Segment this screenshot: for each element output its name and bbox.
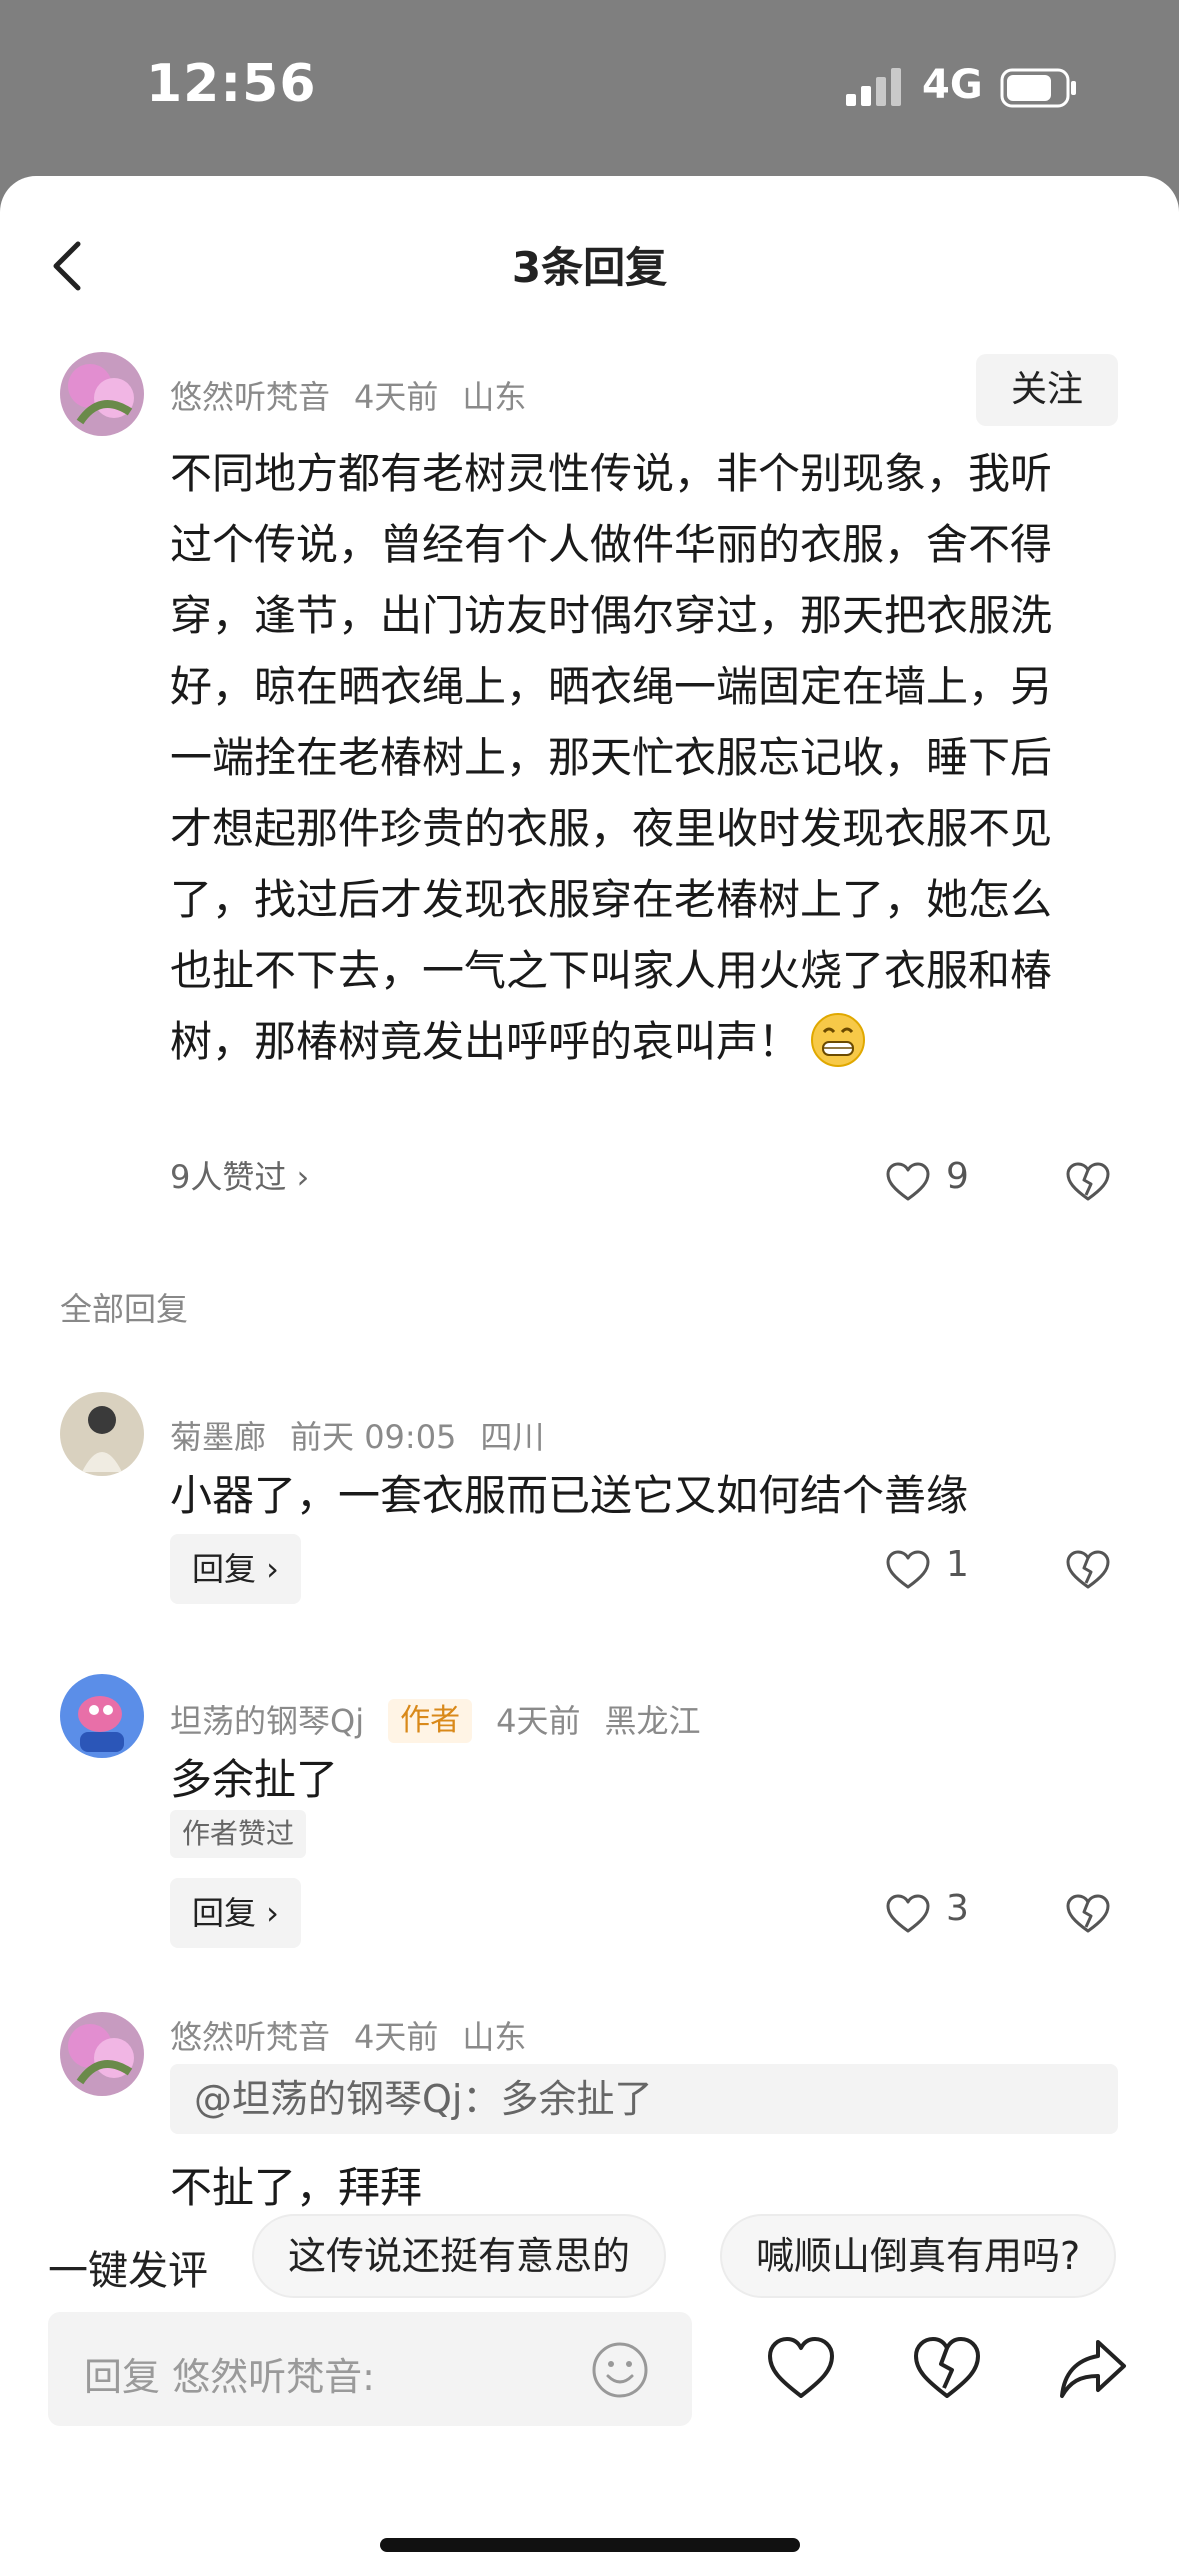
like-count: 9 xyxy=(946,1156,969,1197)
network-label: 4G xyxy=(922,62,983,108)
avatar[interactable] xyxy=(60,2012,144,2096)
reply-location: 山东 xyxy=(462,2018,527,2056)
section-label: 全部回复 xyxy=(60,1290,189,1328)
author-badge: 作者 xyxy=(388,1699,473,1743)
dislike-icon[interactable] xyxy=(1066,1550,1110,1590)
author-liked-badge: 作者赞过 xyxy=(170,1810,307,1858)
reply-input[interactable]: 回复 悠然听梵音: xyxy=(48,2312,692,2426)
emoji-icon[interactable] xyxy=(590,2340,650,2400)
status-time: 12:56 xyxy=(146,54,317,114)
comment-body: 不同地方都有老树灵性传说，非个别现象，我听过个传说，曾经有个人做件华丽的衣服，舍… xyxy=(170,449,1053,1066)
dislike-icon[interactable] xyxy=(912,2334,982,2404)
reply-location: 黑龙江 xyxy=(604,1702,701,1740)
reply-button[interactable]: 回复 › xyxy=(170,1534,301,1604)
username[interactable]: 坦荡的钢琴Qj xyxy=(170,1702,364,1740)
quoted-reply: @坦荡的钢琴Qj：多余扯了 xyxy=(170,2064,1118,2134)
dislike-icon[interactable] xyxy=(1066,1894,1110,1934)
heart-icon[interactable] xyxy=(886,1894,930,1934)
follow-button[interactable]: 关注 xyxy=(976,354,1118,426)
like-count: 3 xyxy=(946,1888,969,1929)
reply-text: 多余扯了 xyxy=(170,1755,339,1804)
reply-meta: 悠然听梵音 4天前 山东 xyxy=(170,2012,550,2058)
reply-time: 4天前 xyxy=(496,1702,581,1740)
heart-icon[interactable] xyxy=(886,1162,930,1202)
reply-time: 4天前 xyxy=(354,2018,439,2056)
share-icon[interactable] xyxy=(1058,2334,1128,2404)
like-icon[interactable] xyxy=(766,2334,836,2404)
heart-icon[interactable] xyxy=(886,1550,930,1590)
replies-sheet: 3条回复 悠然听梵音 4天前 山东 关注 不同地方都有老树灵性传说，非个别现象，我听… xyxy=(0,176,1179,2556)
reply-button[interactable]: 回复 › xyxy=(170,1878,301,1948)
comment-location: 山东 xyxy=(462,378,527,416)
comment-text: 不同地方都有老树灵性传说，非个别现象，我听过个传说，曾经有个人做件华丽的衣服，舍… xyxy=(170,438,1090,1077)
likers-link[interactable]: 9人赞过 › xyxy=(170,1152,309,1198)
suggestion-chip[interactable]: 喊顺山倒真有用吗? xyxy=(720,2214,1117,2298)
like-count: 1 xyxy=(946,1544,969,1585)
suggestion-chip[interactable]: 这传说还挺有意思的 xyxy=(252,2214,667,2298)
comment-time: 4天前 xyxy=(354,378,439,416)
reply-location: 四川 xyxy=(480,1418,545,1456)
reply-time: 前天 09:05 xyxy=(290,1418,457,1456)
dislike-icon[interactable] xyxy=(1066,1162,1110,1202)
grin-emoji-icon xyxy=(811,1013,866,1067)
reply-input-placeholder: 回复 悠然听梵音: xyxy=(84,2355,375,2399)
reply-text: 小器了，一套衣服而已送它又如何结个善缘 xyxy=(170,1471,969,1520)
quick-comment-label: 一键发评 xyxy=(48,2248,208,2294)
avatar[interactable] xyxy=(60,1392,144,1476)
home-indicator xyxy=(380,2538,800,2552)
reply-meta: 菊墨廊 前天 09:05 四川 xyxy=(170,1412,568,1458)
username[interactable]: 悠然听梵音 xyxy=(170,378,330,416)
reply-meta: 坦荡的钢琴Qj 作者 4天前 黑龙江 xyxy=(170,1696,724,1743)
signal-icon xyxy=(846,68,901,106)
battery-icon xyxy=(1000,68,1076,108)
avatar[interactable] xyxy=(60,1674,144,1758)
page-title: 3条回复 xyxy=(511,243,668,292)
comment-meta: 悠然听梵音 4天前 山东 xyxy=(170,372,550,418)
username[interactable]: 悠然听梵音 xyxy=(170,2018,330,2056)
avatar[interactable] xyxy=(60,352,144,436)
username[interactable]: 菊墨廊 xyxy=(170,1418,266,1456)
bottom-comment-bar: 一键发评 这传说还挺有意思的 喊顺山倒真有用吗? 回复 悠然听梵音: xyxy=(0,2214,1179,2556)
reply-text: 不扯了，拜拜 xyxy=(170,2163,423,2212)
status-bar: 12:56 4G xyxy=(0,0,1179,176)
